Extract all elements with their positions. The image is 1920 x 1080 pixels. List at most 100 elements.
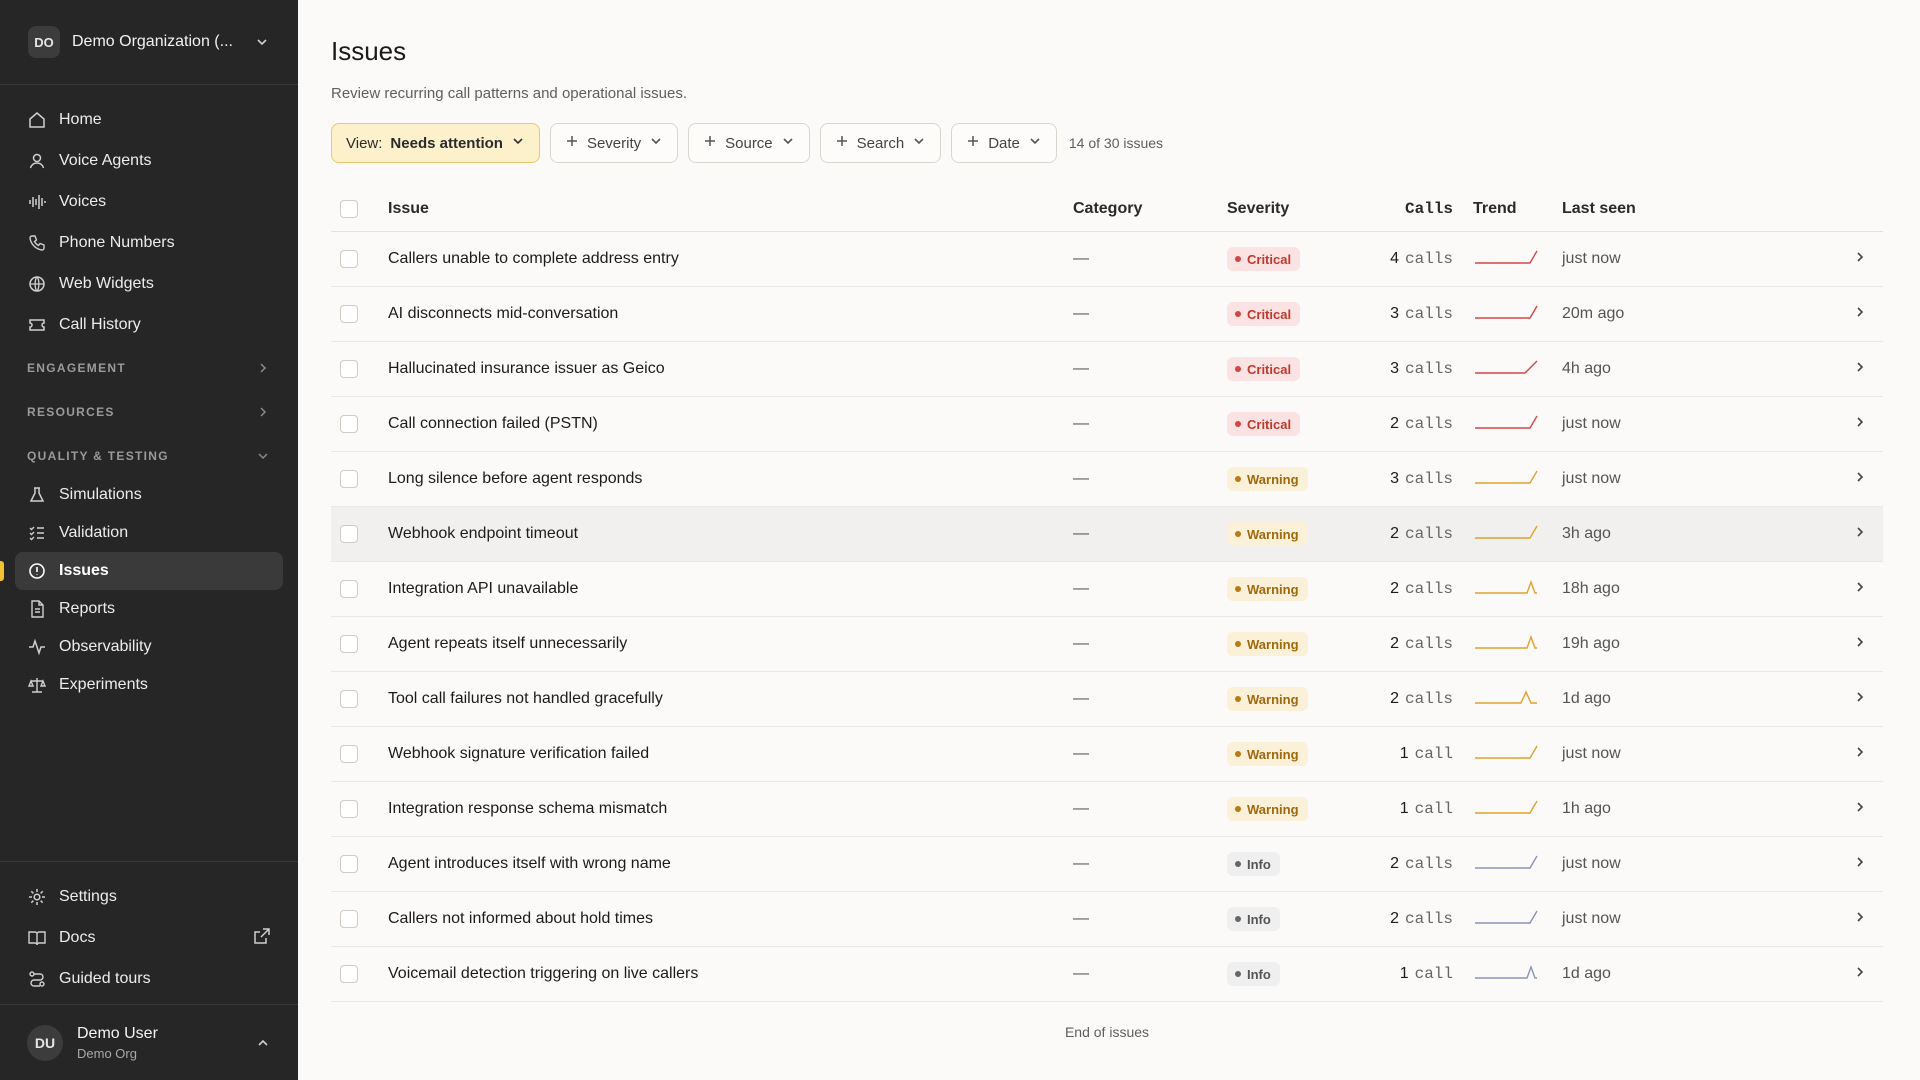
last-seen: just now: [1562, 745, 1621, 762]
row-checkbox[interactable]: [340, 690, 358, 708]
table-row[interactable]: Call connection failed (PSTN) — Critical 2 c…: [331, 397, 1883, 452]
activity-icon: [27, 637, 47, 657]
table-row[interactable]: Long silence before agent responds — Warni…: [331, 452, 1883, 507]
user-org: Demo Org: [77, 1045, 137, 1061]
row-checkbox[interactable]: [340, 580, 358, 598]
chevron-right-icon[interactable]: [1812, 580, 1883, 599]
sidebar-item-web-widgets[interactable]: Web Widgets: [15, 265, 283, 303]
issue-category: —: [1073, 415, 1089, 432]
column-header-issue[interactable]: Issue: [388, 200, 1073, 218]
view-filter[interactable]: View: Needs attention: [331, 123, 540, 163]
org-avatar: DO: [28, 26, 60, 58]
sidebar-item-voice-agents[interactable]: Voice Agents: [15, 142, 283, 180]
row-checkbox[interactable]: [340, 470, 358, 488]
section-engagement[interactable]: ENGAGEMENT: [15, 348, 283, 388]
severity-filter-label: Severity: [586, 134, 642, 152]
chevron-right-icon[interactable]: [1812, 525, 1883, 544]
table-row[interactable]: Hallucinated insurance issuer as Geico — C…: [331, 342, 1883, 397]
chevron-right-icon[interactable]: [1812, 635, 1883, 654]
chevron-right-icon[interactable]: [1812, 470, 1883, 489]
severity-badge: Critical: [1227, 247, 1301, 271]
chevron-right-icon[interactable]: [1812, 415, 1883, 434]
sidebar-item-home[interactable]: Home: [15, 101, 283, 139]
select-all-checkbox[interactable]: [340, 200, 358, 218]
chevron-right-icon[interactable]: [1812, 305, 1883, 324]
row-checkbox[interactable]: [340, 360, 358, 378]
chevron-right-icon[interactable]: [1812, 360, 1883, 379]
chevron-right-icon[interactable]: [1812, 965, 1883, 984]
user-menu[interactable]: DU Demo User Demo Org: [0, 1004, 298, 1080]
sidebar-item-phone-numbers[interactable]: Phone Numbers: [15, 224, 283, 262]
table-row[interactable]: Callers unable to complete address entry…: [331, 232, 1883, 287]
row-checkbox[interactable]: [340, 910, 358, 928]
table-row[interactable]: Voicemail detection triggering on live c…: [331, 947, 1883, 1002]
page-subtitle: Review recurring call patterns and opera…: [331, 85, 688, 102]
sidebar-item-docs[interactable]: Docs: [15, 919, 283, 957]
severity-badge: Warning: [1227, 797, 1308, 821]
chevron-right-icon[interactable]: [1812, 800, 1883, 819]
sidebar-item-voices[interactable]: Voices: [15, 183, 283, 221]
sidebar-item-label: Experiments: [59, 676, 148, 693]
table-row[interactable]: Integration API unavailable — Warning 2 call…: [331, 562, 1883, 617]
column-header-last-seen[interactable]: Last seen: [1562, 200, 1812, 218]
row-checkbox[interactable]: [340, 800, 358, 818]
row-checkbox[interactable]: [340, 525, 358, 543]
plus-icon: [835, 134, 849, 152]
call-count: 2: [1390, 855, 1399, 872]
table-row[interactable]: Callers not informed about hold times — In…: [331, 892, 1883, 947]
call-unit: calls: [1404, 305, 1453, 323]
sidebar-item-guided-tours[interactable]: Guided tours: [15, 960, 283, 998]
sidebar-item-issues[interactable]: Issues: [0, 552, 283, 590]
severity-label: Warning: [1247, 526, 1299, 542]
table-row[interactable]: Integration response schema mismatch — War…: [331, 782, 1883, 837]
row-checkbox[interactable]: [340, 965, 358, 983]
table-row[interactable]: Agent repeats itself unnecessarily — Warni…: [331, 617, 1883, 672]
chevron-right-icon[interactable]: [1812, 745, 1883, 764]
section-resources[interactable]: RESOURCES: [15, 392, 283, 432]
table-row[interactable]: Webhook endpoint timeout — Warning 2 calls 3h…: [331, 507, 1883, 562]
row-checkbox[interactable]: [340, 305, 358, 323]
table-row[interactable]: Agent introduces itself with wrong name —…: [331, 837, 1883, 892]
org-switcher[interactable]: DO Demo Organization (...: [0, 0, 298, 85]
row-checkbox[interactable]: [340, 250, 358, 268]
call-count: 2: [1390, 690, 1399, 707]
section-quality[interactable]: QUALITY & TESTING: [15, 436, 283, 476]
search-filter[interactable]: Search: [819, 123, 942, 163]
severity-label: Info: [1247, 911, 1271, 927]
column-header-category[interactable]: Category: [1073, 200, 1227, 218]
column-header-severity[interactable]: Severity: [1227, 200, 1367, 218]
table-row[interactable]: Webhook signature verification failed — Wa…: [331, 727, 1883, 782]
scale-icon: [27, 675, 47, 695]
chevron-up-icon: [255, 1035, 271, 1051]
sidebar-item-simulations[interactable]: Simulations: [15, 476, 283, 514]
row-checkbox[interactable]: [340, 415, 358, 433]
plus-icon: [703, 134, 717, 152]
trend-sparkline: [1475, 800, 1538, 814]
source-filter[interactable]: Source: [688, 123, 810, 163]
row-checkbox[interactable]: [340, 745, 358, 763]
globe-icon: [27, 274, 47, 294]
column-header-calls[interactable]: Calls: [1367, 200, 1461, 218]
call-unit: calls: [1404, 635, 1453, 653]
chevron-right-icon[interactable]: [1812, 690, 1883, 709]
row-checkbox[interactable]: [340, 855, 358, 873]
main-nav: Home Voice Agents Voices Phone Numbers Web W…: [0, 85, 298, 704]
chevron-right-icon[interactable]: [1812, 910, 1883, 929]
sidebar-item-settings[interactable]: Settings: [15, 878, 283, 916]
date-filter[interactable]: Date: [951, 123, 1057, 163]
chevron-right-icon[interactable]: [1812, 250, 1883, 269]
severity-filter[interactable]: Severity: [549, 123, 679, 163]
table-row[interactable]: Tool call failures not handled gracefull…: [331, 672, 1883, 727]
sidebar-item-label: Web Widgets: [59, 275, 154, 292]
sidebar-item-experiments[interactable]: Experiments: [15, 666, 283, 704]
sidebar-item-call-history[interactable]: Call History: [15, 306, 283, 344]
last-seen: just now: [1562, 415, 1621, 432]
sidebar-item-validation[interactable]: Validation: [15, 514, 283, 552]
table-row[interactable]: AI disconnects mid-conversation — Critical…: [331, 287, 1883, 342]
call-unit: calls: [1404, 250, 1453, 268]
sidebar-item-observability[interactable]: Observability: [15, 628, 283, 666]
row-checkbox[interactable]: [340, 635, 358, 653]
last-seen: just now: [1562, 910, 1621, 927]
chevron-right-icon[interactable]: [1812, 855, 1883, 874]
sidebar-item-reports[interactable]: Reports: [15, 590, 283, 628]
